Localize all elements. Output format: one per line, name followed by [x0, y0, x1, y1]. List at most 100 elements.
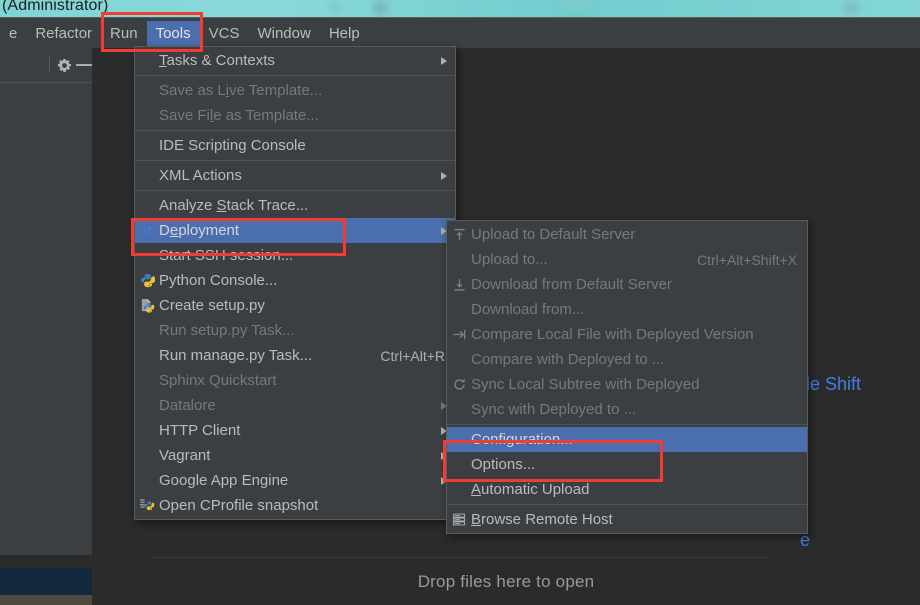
menu-item-options[interactable]: Options...	[447, 452, 807, 477]
menu-item-icon-slot	[135, 103, 159, 128]
menu-item-shortcut: Ctrl+Alt+R	[364, 348, 449, 364]
menu-item-python-console[interactable]: Python Console...	[135, 268, 455, 293]
menu-item-save-file-as-template: Save File as Template...	[135, 103, 455, 128]
menu-item-tasks-contexts[interactable]: Tasks & Contexts	[135, 48, 455, 73]
menu-item-icon-slot	[447, 427, 471, 452]
menubar-item-window[interactable]: Window	[248, 21, 319, 47]
editor-shortcut-hint: le Shift	[806, 374, 861, 395]
menu-item-icon-slot	[447, 397, 471, 422]
menu-item-icon-slot	[135, 343, 159, 368]
left-tool-window-toolbar	[0, 48, 100, 83]
menu-item-xml-actions[interactable]: XML Actions	[135, 163, 455, 188]
menubar-item-e[interactable]: e	[0, 21, 26, 47]
menu-separator	[135, 130, 455, 131]
menu-item-label: Run manage.py Task...	[159, 347, 364, 364]
gear-icon[interactable]	[57, 58, 72, 73]
menu-item-sync-with-deployed-to: Sync with Deployed to ...	[447, 397, 807, 422]
menu-item-start-ssh-session[interactable]: Start SSH session...	[135, 243, 455, 268]
menu-item-icon-slot	[135, 163, 159, 188]
menu-item-http-client[interactable]: HTTP Client	[135, 418, 455, 443]
menu-item-sync-local-subtree-with-deployed: Sync Local Subtree with Deployed	[447, 372, 807, 397]
menu-item-deployment[interactable]: Deployment	[135, 218, 455, 243]
menu-item-label: Upload to...	[471, 251, 681, 268]
menu-item-icon-slot	[447, 297, 471, 322]
compare-icon	[447, 322, 471, 347]
sync-icon	[447, 372, 471, 397]
menu-item-label: Tasks & Contexts	[159, 52, 433, 69]
wallpaper-blob	[372, 0, 388, 16]
menubar-item-vcs[interactable]: VCS	[200, 21, 249, 47]
menu-item-icon-slot	[135, 393, 159, 418]
menu-item-icon-slot	[135, 418, 159, 443]
menu-separator	[135, 190, 455, 191]
menu-separator	[135, 160, 455, 161]
menu-item-vagrant[interactable]: Vagrant	[135, 443, 455, 468]
menu-item-browse-remote-host[interactable]: Browse Remote Host	[447, 507, 807, 532]
menu-item-label: Python Console...	[159, 272, 449, 289]
menubar-item-refactor[interactable]: Refactor	[26, 21, 101, 47]
menu-item-label: Configuration...	[471, 431, 801, 448]
menu-bar: eRefactorRunToolsVCSWindowHelp	[0, 17, 920, 49]
menu-item-label: Run setup.py Task...	[159, 322, 449, 339]
menu-item-label: Create setup.py	[159, 297, 449, 314]
menu-item-label: Vagrant	[159, 447, 433, 464]
menu-item-icon-slot	[135, 133, 159, 158]
wallpaper-blob	[560, 0, 590, 10]
menu-item-label: Sync with Deployed to ...	[471, 401, 801, 418]
menu-item-download-from: Download from...	[447, 297, 807, 322]
menu-item-icon-slot	[135, 243, 159, 268]
minimize-icon[interactable]	[76, 64, 92, 66]
menu-item-analyze-stack-trace[interactable]: Analyze Stack Trace...	[135, 193, 455, 218]
menu-item-label: HTTP Client	[159, 422, 433, 439]
menu-item-open-cprofile-snapshot[interactable]: Open CProfile snapshot	[135, 493, 455, 518]
menu-item-icon-slot	[447, 452, 471, 477]
left-tool-window	[0, 48, 93, 555]
menu-item-icon-slot	[135, 48, 159, 73]
menu-item-configuration[interactable]: Configuration...	[447, 427, 807, 452]
menu-item-google-app-engine[interactable]: Google App Engine	[135, 468, 455, 493]
menu-item-create-setup-py[interactable]: Create setup.py	[135, 293, 455, 318]
menu-item-icon-slot	[135, 318, 159, 343]
menu-item-icon-slot	[447, 247, 471, 272]
menu-item-icon-slot	[135, 443, 159, 468]
cprofile-snapshot-icon	[135, 493, 159, 518]
python-console-icon	[135, 268, 159, 293]
download-icon	[447, 272, 471, 297]
menu-item-label: Compare Local File with Deployed Version	[471, 326, 801, 343]
menu-item-datalore: Datalore	[135, 393, 455, 418]
menu-item-ide-scripting-console[interactable]: IDE Scripting Console	[135, 133, 455, 158]
menu-item-compare-with-deployed-to: Compare with Deployed to ...	[447, 347, 807, 372]
menubar-item-run[interactable]: Run	[101, 21, 147, 47]
menu-item-label: Download from Default Server	[471, 276, 801, 293]
wallpaper-blob	[842, 1, 860, 15]
menu-item-label: Download from...	[471, 301, 801, 318]
menu-item-label: Automatic Upload	[471, 481, 801, 498]
menu-separator	[447, 504, 807, 505]
menu-item-run-setup-py-task: Run setup.py Task...	[135, 318, 455, 343]
left-panel-bottom-band	[0, 595, 92, 605]
menu-item-icon-slot	[447, 477, 471, 502]
menu-item-run-manage-py-task[interactable]: Run manage.py Task...Ctrl+Alt+R	[135, 343, 455, 368]
menu-item-automatic-upload[interactable]: Automatic Upload	[447, 477, 807, 502]
menu-item-label: Save File as Template...	[159, 107, 449, 124]
menu-item-label: Browse Remote Host	[471, 511, 801, 528]
menu-item-sphinx-quickstart: Sphinx Quickstart	[135, 368, 455, 393]
app-window: (Administrator) eRefactorRunToolsVCSWind…	[0, 0, 920, 605]
menu-item-icon-slot	[135, 468, 159, 493]
editor-hint-divider	[150, 557, 770, 558]
deployment-arrows-icon	[135, 218, 159, 243]
drop-files-hint: Drop files here to open	[92, 572, 920, 592]
wallpaper-blob	[330, 2, 339, 11]
desktop-wallpaper-strip	[0, 0, 920, 17]
menubar-item-help[interactable]: Help	[320, 21, 369, 47]
menubar-item-tools[interactable]: Tools	[147, 21, 200, 47]
menu-item-label: Save as Live Template...	[159, 82, 449, 99]
python-file-icon	[135, 293, 159, 318]
menu-item-download-from-default-server: Download from Default Server	[447, 272, 807, 297]
menu-item-label: Analyze Stack Trace...	[159, 197, 449, 214]
menu-item-label: XML Actions	[159, 167, 433, 184]
menu-item-label: Sphinx Quickstart	[159, 372, 449, 389]
remote-host-icon	[447, 507, 471, 532]
menu-item-shortcut: Ctrl+Alt+Shift+X	[681, 252, 801, 268]
menu-item-icon-slot	[447, 347, 471, 372]
